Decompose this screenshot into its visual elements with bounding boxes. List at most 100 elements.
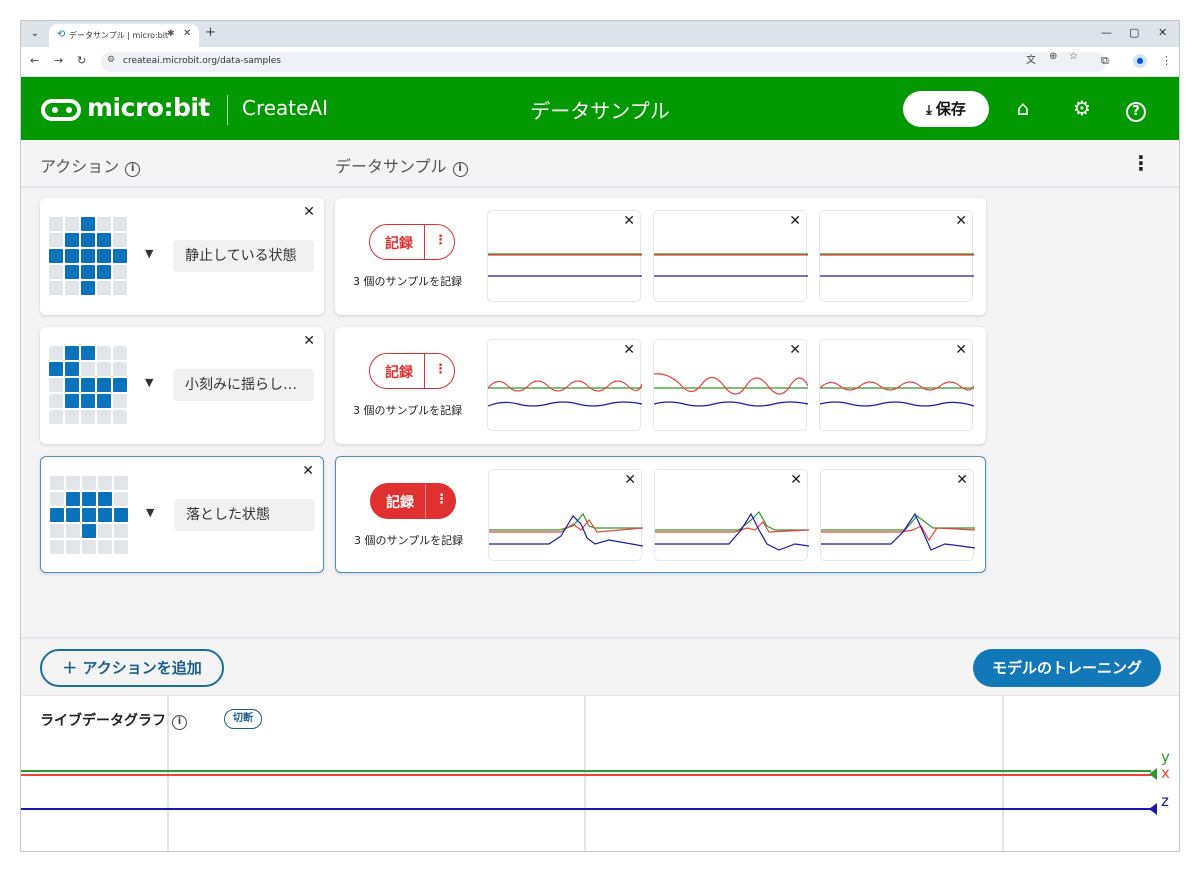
close-window-button[interactable]: ✕ xyxy=(1158,26,1167,39)
download-icon: ⤓ xyxy=(926,103,932,118)
delete-sample-icon[interactable]: ✕ xyxy=(955,342,967,358)
record-menu-icon[interactable]: ⋮ xyxy=(434,362,447,377)
settings-gear-icon[interactable]: ⚙ xyxy=(1068,94,1096,122)
record-button[interactable]: 記録 ⋮ xyxy=(369,353,455,389)
url-text[interactable]: createai.microbit.org/data-samples xyxy=(123,56,281,66)
tab-search-button[interactable]: ⌄ xyxy=(27,26,43,42)
led-cell xyxy=(65,281,79,295)
led-cell xyxy=(114,524,128,538)
led-cell xyxy=(49,346,63,360)
reload-button[interactable]: ↻ xyxy=(77,54,86,67)
bookmark-star-icon[interactable]: ☆ xyxy=(1069,51,1078,62)
led-cell xyxy=(97,394,111,408)
extensions-icon[interactable]: ⧉ xyxy=(1101,54,1109,68)
led-pattern-picker[interactable] xyxy=(49,217,127,295)
browser-menu-icon[interactable]: ⋮ xyxy=(1161,54,1172,67)
action-card[interactable]: ▼ 静止している状態 ✕ xyxy=(40,198,324,315)
plus-icon: ＋ xyxy=(62,659,83,677)
led-cell xyxy=(65,378,79,392)
led-cell xyxy=(81,265,95,279)
browser-tab[interactable]: ⟲ データサンプル | micro:bit CreateAI ✱ ✕ xyxy=(49,24,199,47)
led-cell xyxy=(98,476,112,490)
delete-action-icon[interactable]: ✕ xyxy=(303,333,315,349)
data-samples-card: 記録 ⋮ 3 個のサンプルを記録 ✕ ✕ ✕ xyxy=(335,327,986,444)
minimize-button[interactable]: — xyxy=(1101,26,1112,39)
delete-sample-icon[interactable]: ✕ xyxy=(790,472,802,488)
led-cell xyxy=(49,217,63,231)
home-icon[interactable]: ⌂ xyxy=(1009,94,1037,122)
column-header: アクション i データサンプル i ⋮ xyxy=(21,140,1179,188)
action-name-input[interactable]: 小刻みに揺らし… xyxy=(173,369,314,401)
axis-label-z: z xyxy=(1161,792,1169,810)
data-samples-card: 記録 ⋮ 3 個のサンプルを記録 ✕ ✕ ✕ xyxy=(335,198,986,315)
sample-graph[interactable]: ✕ xyxy=(819,339,974,431)
led-cell xyxy=(82,540,96,554)
delete-action-icon[interactable]: ✕ xyxy=(302,463,314,479)
back-button[interactable]: ← xyxy=(30,54,39,67)
sample-graph[interactable]: ✕ xyxy=(653,339,808,431)
led-pattern-picker[interactable] xyxy=(49,346,127,424)
delete-sample-icon[interactable]: ✕ xyxy=(789,342,801,358)
delete-action-icon[interactable]: ✕ xyxy=(303,204,315,220)
led-cell xyxy=(114,508,128,522)
led-cell xyxy=(65,217,79,231)
sample-graph[interactable]: ✕ xyxy=(488,469,643,561)
train-model-button[interactable]: モデルのトレーニング xyxy=(973,649,1161,687)
sample-graph[interactable]: ✕ xyxy=(819,210,974,302)
sample-graph[interactable]: ✕ xyxy=(820,469,975,561)
chevron-down-icon[interactable]: ▼ xyxy=(145,247,153,260)
record-button[interactable]: 記録 ⋮ xyxy=(369,224,455,260)
record-label: 記録 xyxy=(385,236,413,252)
save-button[interactable]: ⤓ 保存 xyxy=(903,91,989,127)
live-data-graph: ライブデータグラフ i 切断 y x z xyxy=(21,695,1179,851)
delete-sample-icon[interactable]: ✕ xyxy=(623,213,635,229)
action-name-input[interactable]: 落とした状態 xyxy=(174,499,315,531)
delete-sample-icon[interactable]: ✕ xyxy=(956,472,968,488)
site-info-icon[interactable]: ⚙ xyxy=(107,55,115,65)
sample-graph[interactable]: ✕ xyxy=(487,339,642,431)
add-action-button[interactable]: ＋ アクションを追加 xyxy=(40,649,224,687)
zoom-icon[interactable]: ⊕ xyxy=(1049,51,1057,62)
forward-button[interactable]: → xyxy=(54,54,63,67)
led-cell xyxy=(97,265,111,279)
info-icon[interactable]: i xyxy=(125,162,141,177)
record-menu-icon[interactable]: ⋮ xyxy=(434,233,447,248)
sample-graph[interactable]: ✕ xyxy=(487,210,642,302)
profile-avatar[interactable]: ● xyxy=(1133,54,1147,68)
action-card[interactable]: ▼ 落とした状態 ✕ xyxy=(40,456,324,573)
address-bar[interactable]: ⚙ createai.microbit.org/data-samples xyxy=(101,52,1106,72)
tab-close-icon[interactable]: ✕ xyxy=(183,28,191,39)
action-card[interactable]: ▼ 小刻みに揺らし… ✕ xyxy=(40,327,324,444)
led-cell xyxy=(113,249,127,263)
data-samples-card: 記録 ⋮ 3 個のサンプルを記録 ✕ ✕ ✕ xyxy=(335,456,986,573)
record-menu-icon[interactable]: ⋮ xyxy=(435,492,448,507)
record-button[interactable]: 記録 ⋮ xyxy=(370,483,456,519)
led-cell xyxy=(49,394,63,408)
led-cell xyxy=(98,540,112,554)
delete-sample-icon[interactable]: ✕ xyxy=(624,472,636,488)
led-cell xyxy=(113,410,127,424)
more-options-icon[interactable]: ⋮ xyxy=(1131,151,1151,175)
delete-sample-icon[interactable]: ✕ xyxy=(623,342,635,358)
info-icon[interactable]: i xyxy=(452,162,468,177)
chevron-down-icon[interactable]: ▼ xyxy=(146,506,154,519)
disconnect-button[interactable]: 切断 xyxy=(224,709,262,729)
sample-graph[interactable]: ✕ xyxy=(654,469,809,561)
sample-graph[interactable]: ✕ xyxy=(653,210,808,302)
info-icon[interactable]: i xyxy=(172,715,187,730)
maximize-button[interactable]: ▢ xyxy=(1129,26,1139,39)
delete-sample-icon[interactable]: ✕ xyxy=(789,213,801,229)
delete-sample-icon[interactable]: ✕ xyxy=(955,213,967,229)
led-pattern-picker[interactable] xyxy=(50,476,128,554)
led-cell xyxy=(98,492,112,506)
action-name-input[interactable]: 静止している状態 xyxy=(173,240,314,272)
led-cell xyxy=(81,233,95,247)
actions-column-title: アクション i xyxy=(40,153,141,177)
chevron-down-icon[interactable]: ▼ xyxy=(145,376,153,389)
translate-icon[interactable]: 文 xyxy=(1026,51,1036,66)
live-graph-title: ライブデータグラフ i xyxy=(40,710,187,730)
led-cell xyxy=(81,378,95,392)
help-icon[interactable]: ? xyxy=(1122,94,1150,122)
save-label: 保存 xyxy=(935,100,966,118)
new-tab-button[interactable]: + xyxy=(205,25,216,40)
